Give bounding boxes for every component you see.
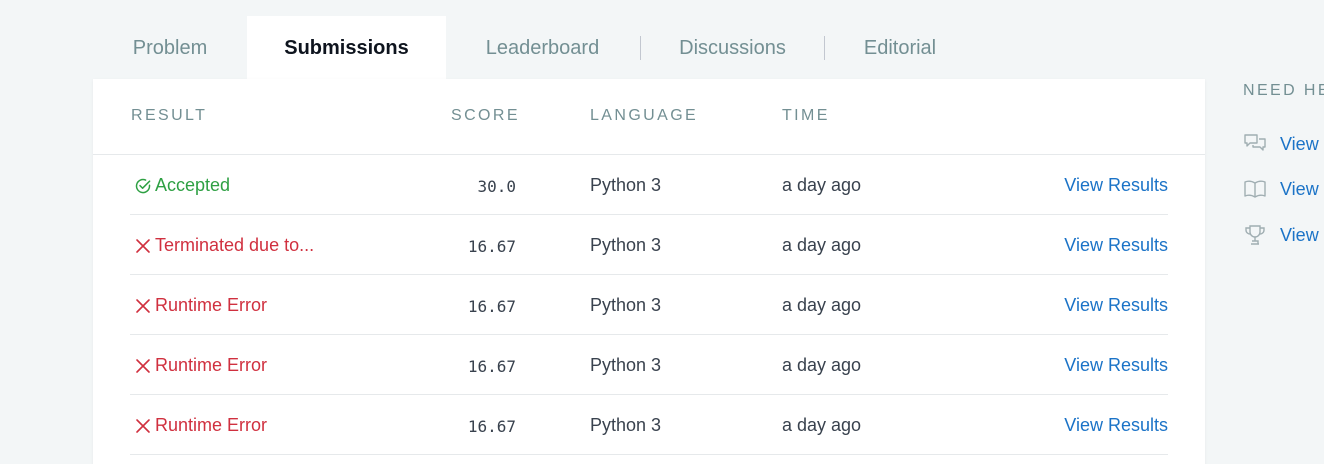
help-link-leaderboard[interactable]: View bbox=[1243, 223, 1319, 247]
view-results-link[interactable]: View Results bbox=[1064, 415, 1168, 436]
table-row: Runtime Error 16.67 Python 3 a day ago V… bbox=[130, 335, 1168, 395]
language-value: Python 3 bbox=[590, 295, 662, 315]
table-header: RESULT SCORE LANGUAGE TIME bbox=[93, 79, 1205, 155]
result-cell: Runtime Error bbox=[134, 355, 267, 376]
column-header-language: LANGUAGE bbox=[590, 107, 699, 124]
tab-divider bbox=[824, 36, 825, 60]
check-circle-icon bbox=[135, 178, 151, 193]
view-results-link[interactable]: View Results bbox=[1064, 295, 1168, 316]
open-book-icon bbox=[1244, 180, 1266, 198]
score-value: 16.67 bbox=[467, 357, 516, 376]
tab-leaderboard[interactable]: Leaderboard bbox=[460, 16, 625, 80]
trophy-icon bbox=[1245, 225, 1265, 245]
view-results-link[interactable]: View Results bbox=[1064, 355, 1168, 376]
x-icon bbox=[136, 238, 150, 253]
chat-bubbles-icon bbox=[1244, 134, 1266, 151]
score-value: 16.67 bbox=[467, 417, 516, 436]
view-results-link[interactable]: View Results bbox=[1064, 175, 1168, 196]
submissions-page: Problem Submissions Leaderboard Discussi… bbox=[0, 0, 1324, 464]
help-link-label: View bbox=[1280, 178, 1319, 199]
result-label: Accepted bbox=[155, 175, 231, 195]
column-header-time: TIME bbox=[782, 107, 830, 124]
result-label: Runtime Error bbox=[155, 415, 268, 435]
help-link-label: View bbox=[1280, 133, 1319, 154]
table-row: Runtime Error 16.67 Python 3 a day ago V… bbox=[130, 275, 1168, 335]
table-row: Accepted 30.0 Python 3 a day ago View Re… bbox=[130, 155, 1168, 215]
score-value: 16.67 bbox=[467, 297, 516, 316]
view-results-link[interactable]: View Results bbox=[1064, 235, 1168, 256]
result-cell: Runtime Error bbox=[134, 295, 267, 316]
time-value: a day ago bbox=[782, 235, 862, 255]
language-value: Python 3 bbox=[590, 415, 662, 435]
result-cell: Runtime Error bbox=[134, 415, 267, 436]
result-label: Runtime Error bbox=[155, 295, 268, 315]
tab-editorial[interactable]: Editorial bbox=[840, 16, 960, 80]
table-row: Runtime Error 16.67 Python 3 a day ago V… bbox=[130, 395, 1168, 455]
x-icon bbox=[136, 358, 150, 373]
help-link-label: View bbox=[1280, 224, 1319, 245]
tab-discussions[interactable]: Discussions bbox=[655, 16, 810, 80]
tab-problem[interactable]: Problem bbox=[100, 16, 240, 80]
tab-divider bbox=[640, 36, 641, 60]
help-link-discussions[interactable]: View bbox=[1243, 132, 1319, 156]
result-cell: Terminated due to... bbox=[134, 235, 314, 256]
time-value: a day ago bbox=[782, 415, 862, 435]
language-value: Python 3 bbox=[590, 235, 662, 255]
time-value: a day ago bbox=[782, 175, 862, 195]
language-value: Python 3 bbox=[590, 175, 662, 195]
column-header-result: RESULT bbox=[131, 107, 208, 124]
table-row: Terminated due to... 16.67 Python 3 a da… bbox=[130, 215, 1168, 275]
column-header-score: SCORE bbox=[451, 107, 520, 124]
score-value: 16.67 bbox=[467, 237, 516, 256]
submissions-table: RESULT SCORE LANGUAGE TIME Accepted 30.0… bbox=[93, 79, 1205, 464]
score-value: 30.0 bbox=[477, 177, 516, 196]
x-icon bbox=[136, 298, 150, 313]
need-help-heading: NEED HE bbox=[1243, 82, 1324, 99]
tab-submissions[interactable]: Submissions bbox=[247, 16, 446, 80]
help-link-editorial[interactable]: View bbox=[1243, 177, 1319, 201]
result-label: Terminated due to... bbox=[155, 235, 315, 255]
language-value: Python 3 bbox=[590, 355, 662, 375]
time-value: a day ago bbox=[782, 355, 862, 375]
problem-tabs: Problem Submissions Leaderboard Discussi… bbox=[0, 0, 1000, 80]
result-cell: Accepted bbox=[134, 175, 230, 196]
result-label: Runtime Error bbox=[155, 355, 268, 375]
time-value: a day ago bbox=[782, 295, 862, 315]
x-icon bbox=[136, 418, 150, 433]
